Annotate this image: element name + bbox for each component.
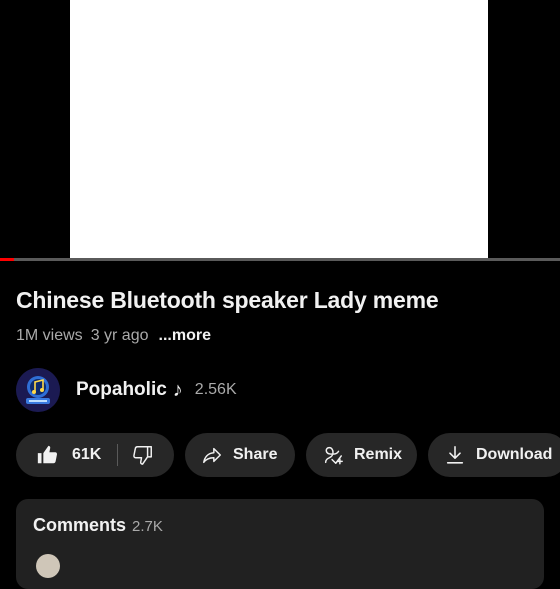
comments-count: 2.7K [132,518,163,535]
channel-logo-icon [16,368,60,412]
channel-avatar[interactable] [16,368,60,412]
like-button[interactable]: 61K [36,444,101,466]
video-meta[interactable]: 1M views 3 yr ago ...more [16,327,211,345]
subscriber-count: 2.56K [194,381,237,398]
download-button[interactable]: Download [428,433,560,477]
comments-title: Comments [33,515,127,535]
music-note-icon: ♪ [172,378,183,401]
thumbs-down-icon [133,446,153,465]
remix-icon [324,446,343,465]
download-icon [446,445,464,464]
share-label: Share [233,446,278,463]
upload-age: 3 yr ago [90,327,149,344]
comments-panel[interactable]: Comments 2.7K [16,499,544,589]
video-frame[interactable] [70,0,488,258]
remix-label: Remix [354,446,403,463]
progress-bar[interactable] [0,258,560,261]
like-divider [117,444,119,466]
channel-row[interactable]: Popaholic ♪ 2.56K [16,368,237,412]
dislike-button[interactable] [132,444,154,466]
video-title: Chinese Bluetooth speaker Lady meme [16,287,439,313]
more-link[interactable]: ...more [159,327,211,345]
like-dislike-group: 61K [16,433,174,477]
share-button[interactable]: Share [185,433,295,477]
view-count: 1M views [16,327,83,344]
channel-name[interactable]: Popaholic [76,379,167,401]
share-arrow-icon [203,447,221,464]
remix-button[interactable]: Remix [306,433,417,477]
download-label: Download [476,446,553,463]
video-player[interactable] [0,0,560,258]
comments-header: Comments 2.7K [33,515,163,536]
thumbs-up-icon [37,445,58,464]
commenter-avatar[interactable] [36,554,60,578]
progress-bar-fill [0,258,14,261]
action-bar: 61K Share Remix Download [16,433,560,477]
like-count: 61K [72,446,102,463]
